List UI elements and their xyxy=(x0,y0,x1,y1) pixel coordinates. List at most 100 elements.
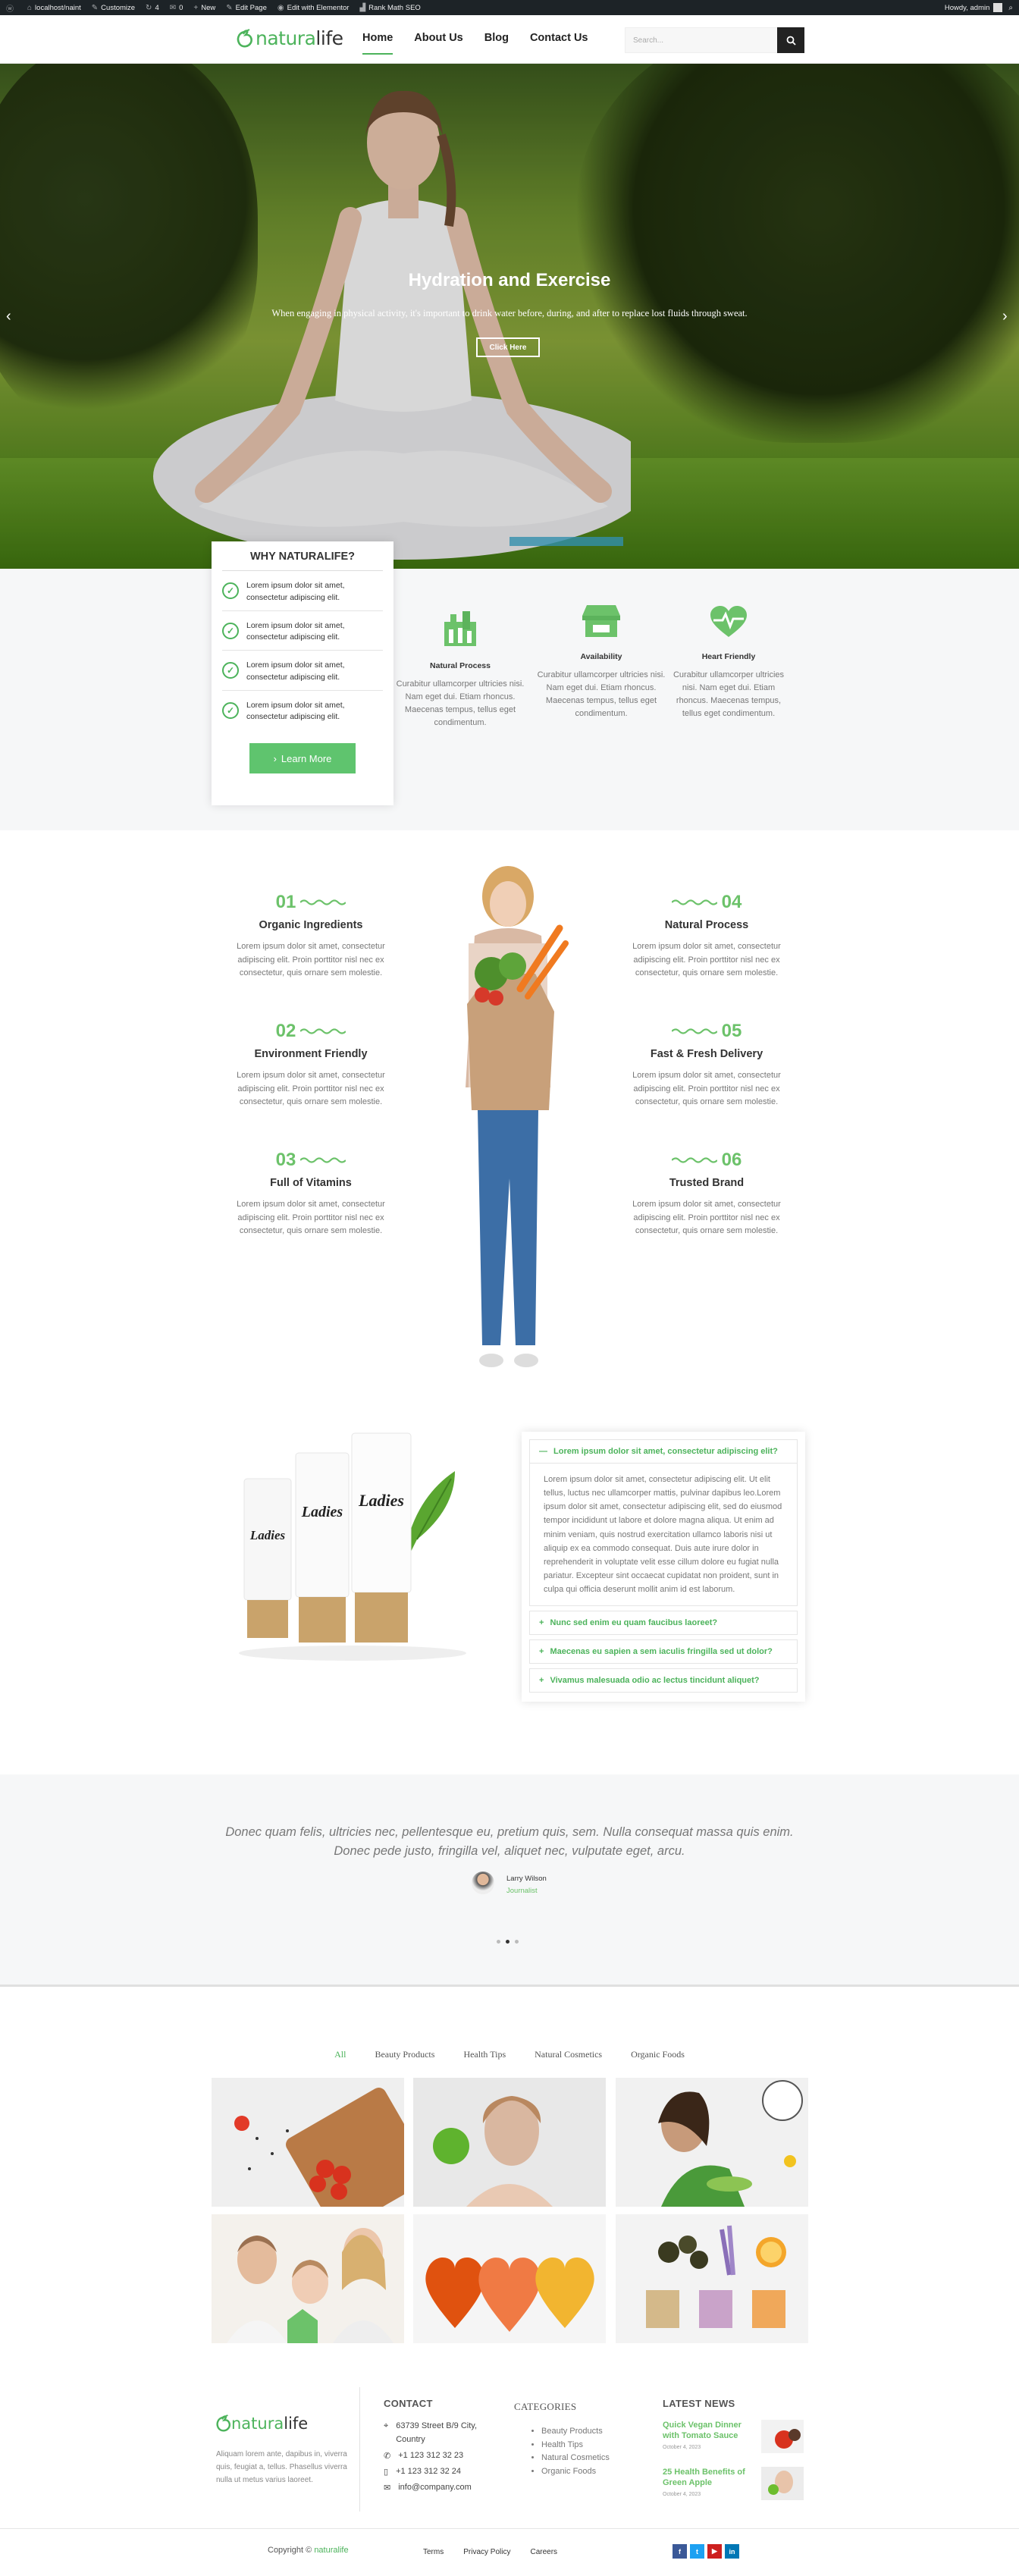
filter-all[interactable]: All xyxy=(334,2049,346,2060)
copyright-brand-link[interactable]: naturalife xyxy=(314,2546,348,2555)
social-links: f t ▶ in xyxy=(673,2544,739,2559)
linkedin-icon[interactable]: in xyxy=(725,2544,739,2559)
benefit-number: 05 xyxy=(721,1021,742,1041)
leaf-logo-icon xyxy=(237,28,252,47)
gallery-image-apple-girl[interactable] xyxy=(413,2078,606,2207)
why-item: ✓ Lorem ipsum dolor sit amet, consectetur… xyxy=(222,651,383,691)
footer-links: Terms Privacy Policy Careers xyxy=(423,2548,557,2556)
site-link[interactable]: ⌂ localhost/naint xyxy=(27,4,81,12)
customize-link[interactable]: ✎ Customize xyxy=(92,4,135,12)
feature-title: Natural Process xyxy=(430,661,491,670)
footer-phone-2[interactable]: +1 123 312 32 24 xyxy=(396,2467,461,2477)
why-item: ✓ Lorem ipsum dolor sit amet, consectetur… xyxy=(222,571,383,611)
news-thumbnail xyxy=(761,2467,804,2500)
filter-organic-foods[interactable]: Organic Foods xyxy=(631,2049,685,2060)
filter-natural-cosmetics[interactable]: Natural Cosmetics xyxy=(535,2049,602,2060)
mobile-icon: ▯ xyxy=(384,2468,389,2477)
feature-text: Curabitur ullamcorper ultricies nisi. Na… xyxy=(396,679,525,728)
footer-category-link[interactable]: Natural Cosmetics xyxy=(541,2452,610,2465)
search-icon[interactable]: ⌕ xyxy=(1008,4,1013,12)
footer-address: 63739 Street B/9 City, Country xyxy=(396,2421,478,2444)
faq-item-open[interactable]: — Lorem ipsum dolor sit amet, consectetur… xyxy=(529,1439,798,1464)
news-item[interactable]: 25 Health Benefits of Green Apple Octobe… xyxy=(663,2467,807,2500)
faq-item[interactable]: + Vivamus malesuada odio ac lectus tincid… xyxy=(529,1668,798,1693)
news-title[interactable]: Quick Vegan Dinner with Tomato Sauce xyxy=(663,2420,754,2442)
twitter-icon[interactable]: t xyxy=(690,2544,704,2559)
hero-cta-button[interactable]: Click Here xyxy=(476,337,540,357)
search-button[interactable] xyxy=(777,27,804,53)
wp-logo[interactable]: ⓦ xyxy=(6,2,17,14)
slider-dot[interactable] xyxy=(515,1940,519,1944)
slider-dot[interactable] xyxy=(497,1940,500,1944)
filter-beauty-products[interactable]: Beauty Products xyxy=(375,2049,434,2060)
updates-icon: ↻ xyxy=(146,3,152,12)
benefit-number: 03 xyxy=(275,1150,296,1170)
faq-accordion: — Lorem ipsum dolor sit amet, consectetur… xyxy=(522,1432,805,1702)
learn-more-button[interactable]: › Learn More xyxy=(249,743,356,773)
footer-category-link[interactable]: Organic Foods xyxy=(541,2465,610,2479)
benefit-text: Lorem ipsum dolor sit amet, consectetur … xyxy=(237,1071,385,1107)
gallery-image-lavender-soaps[interactable] xyxy=(616,2214,808,2343)
footer-link-privacy[interactable]: Privacy Policy xyxy=(463,2548,510,2556)
footer-logo[interactable]: natura life xyxy=(215,2414,308,2433)
chevron-right-icon: › xyxy=(273,752,277,764)
gallery-image-tomatoes[interactable] xyxy=(212,2078,404,2207)
gallery-image-salad-woman[interactable] xyxy=(616,2078,808,2207)
gallery-image-family[interactable] xyxy=(212,2214,404,2343)
product-label: Ladies xyxy=(249,1528,286,1542)
slider-next-arrow-icon[interactable]: › xyxy=(1002,308,1008,325)
feature-title: Availability xyxy=(580,652,622,661)
youtube-icon[interactable]: ▶ xyxy=(707,2544,722,2559)
benefit-number: 01 xyxy=(275,892,296,912)
elementor-link[interactable]: ◉ Edit with Elementor xyxy=(277,4,350,12)
check-circle-icon: ✓ xyxy=(222,582,239,599)
faq-item[interactable]: + Nunc sed enim eu quam faucibus laoreet? xyxy=(529,1611,798,1636)
benefit-text: Lorem ipsum dolor sit amet, consectetur … xyxy=(632,942,781,978)
feature-title: Heart Friendly xyxy=(701,652,756,661)
admin-bar: ⓦ ⌂ localhost/naint ✎ Customize ↻ 4 ✉ 0 + New… xyxy=(0,0,1019,15)
news-date: October 4, 2023 xyxy=(663,2491,701,2497)
site-logo[interactable]: natura life xyxy=(235,27,343,49)
footer-category-link[interactable]: Health Tips xyxy=(541,2439,610,2452)
nav-home[interactable]: Home xyxy=(362,32,393,55)
news-title[interactable]: 25 Health Benefits of Green Apple xyxy=(663,2467,754,2489)
benefit-item: 05 Fast & Fresh Delivery Lorem ipsum dol… xyxy=(619,1021,795,1109)
new-link[interactable]: + New xyxy=(193,4,215,12)
footer-email[interactable]: info@company.com xyxy=(398,2483,472,2493)
admin-avatar[interactable] xyxy=(993,3,1003,12)
footer-category-link[interactable]: Beauty Products xyxy=(541,2425,610,2439)
howdy-link[interactable]: Howdy, admin xyxy=(945,4,990,12)
footer-bottom-divider xyxy=(0,2528,1019,2529)
slider-dot-active[interactable] xyxy=(506,1940,510,1944)
benefit-text: Lorem ipsum dolor sit amet, consectetur … xyxy=(237,1200,385,1236)
plus-icon: + xyxy=(539,1676,544,1686)
footer-link-terms[interactable]: Terms xyxy=(423,2548,444,2556)
plus-icon: + xyxy=(193,3,199,12)
gallery-image-heart-soaps[interactable] xyxy=(413,2214,606,2343)
updates-link[interactable]: ↻ 4 xyxy=(146,4,159,12)
filter-health-tips[interactable]: Health Tips xyxy=(463,2049,506,2060)
search-input[interactable]: Search... xyxy=(625,27,781,53)
nav-blog[interactable]: Blog xyxy=(484,32,509,55)
edit-page-link[interactable]: ✎ Edit Page xyxy=(226,4,267,12)
minus-icon: — xyxy=(539,1447,547,1456)
footer-phone-1[interactable]: +1 123 312 32 23 xyxy=(398,2451,463,2461)
footer-categories-title: CATEGORIES xyxy=(514,2401,577,2412)
product-label: Ladies xyxy=(301,1504,343,1520)
benefit-text: Lorem ipsum dolor sit amet, consectetur … xyxy=(237,942,385,978)
why-title: WHY NATURALIFE? xyxy=(222,549,383,571)
facebook-icon[interactable]: f xyxy=(673,2544,687,2559)
rankmath-link[interactable]: ▟ Rank Math SEO xyxy=(359,4,420,12)
faq-item[interactable]: + Maecenas eu sapien a sem iaculis fringi… xyxy=(529,1639,798,1665)
news-item[interactable]: Quick Vegan Dinner with Tomato Sauce Oct… xyxy=(663,2420,807,2453)
girl-with-groceries-image xyxy=(466,866,569,1367)
comments-link[interactable]: ✉ 0 xyxy=(170,4,183,12)
testimonial-pagination xyxy=(497,1940,519,1944)
nav-about[interactable]: About Us xyxy=(414,32,462,55)
benefit-item: 01 Organic Ingredients Lorem ipsum dolor… xyxy=(223,892,399,981)
footer-latest-news: LATEST NEWS Quick Vegan Dinner with Toma… xyxy=(663,2398,807,2500)
slider-prev-arrow-icon[interactable]: ‹ xyxy=(6,308,11,325)
wave-line-icon xyxy=(671,1157,717,1163)
nav-contact[interactable]: Contact Us xyxy=(530,32,588,55)
footer-link-careers[interactable]: Careers xyxy=(530,2548,557,2556)
